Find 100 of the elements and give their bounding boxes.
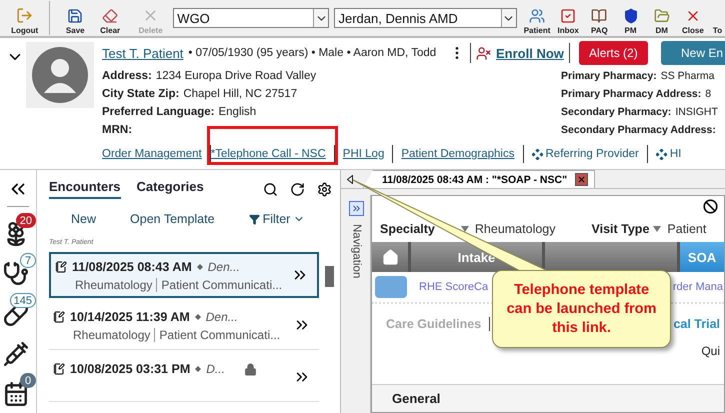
- field-value: INSIGHT: [675, 106, 718, 120]
- settings-icon[interactable]: [317, 182, 332, 196]
- action-button[interactable]: Filter: [248, 212, 306, 226]
- diamond-icon: [195, 366, 202, 372]
- field-value: Chapel Hill, NC 27517: [183, 88, 298, 102]
- triangle-left-icon[interactable]: [347, 174, 353, 184]
- action-button[interactable]: New: [71, 212, 96, 226]
- dropdown[interactable]: Jerdan, Dennis AMD: [334, 8, 517, 28]
- header-link[interactable]: Order Management: [102, 148, 210, 160]
- shield-icon: [622, 8, 639, 24]
- field-value: SS Pharma: [660, 70, 714, 84]
- logo-badge: [375, 276, 407, 298]
- avatar-placeholder: [26, 42, 94, 108]
- alerts-button[interactable]: Alerts (2): [578, 41, 648, 65]
- field-label: Secondary Pharmacy Address:: [561, 124, 716, 138]
- action-button[interactable]: Open Template: [130, 212, 215, 226]
- diamonds-icon: [532, 148, 542, 160]
- sidebar-item[interactable]: 0: [0, 373, 36, 407]
- triangle-down-icon[interactable]: [653, 226, 662, 232]
- triangle-down-icon[interactable]: [460, 226, 469, 232]
- template-link[interactable]: rder Mana: [672, 281, 723, 293]
- header-link[interactable]: Patient Demographics: [393, 148, 522, 160]
- toolbar-button[interactable]: Patient: [522, 1, 552, 35]
- visit-type-value: Patient: [667, 222, 706, 236]
- count-badge: 20: [16, 213, 36, 228]
- quick-link[interactable]: Qui: [701, 344, 720, 366]
- field-label: Primary Pharmacy:: [561, 70, 657, 84]
- scrollbar-thumb[interactable]: [325, 266, 334, 287]
- diamond-icon: [194, 314, 201, 320]
- close-icon: [577, 175, 586, 184]
- sidebar-item[interactable]: 145: [0, 293, 36, 327]
- section-tab[interactable]: [545, 242, 677, 272]
- section-header[interactable]: General: [372, 384, 724, 412]
- field-value: 1234 Europa Drive Road Valley: [156, 70, 316, 84]
- syringe-icon: [3, 341, 29, 367]
- annotation-tooltip: Telephone template can be launched from this link.: [492, 270, 671, 348]
- toolbar-button[interactable]: PM: [616, 1, 645, 35]
- encounter-row[interactable]: 11/08/2025 08:43 AM Den... Rheumatology Patient Communicati...: [49, 252, 319, 298]
- trial-link[interactable]: cal Trial: [673, 317, 720, 331]
- specialty-value: Rheumatology: [474, 222, 556, 236]
- template-link[interactable]: RHE ScoreCa: [419, 281, 488, 293]
- patient-summary: • 07/05/1930 (95 years) • Male • Aaron MD, Todd: [188, 47, 436, 59]
- field-label: City State Zip:: [102, 88, 180, 102]
- toolbar-button[interactable]: Close: [678, 1, 707, 35]
- refresh-icon[interactable]: [290, 182, 305, 196]
- new-button[interactable]: New En: [661, 41, 725, 65]
- ban-icon[interactable]: [703, 198, 718, 214]
- count-badge: 0: [20, 373, 36, 388]
- panel-tab[interactable]: Encounters: [49, 179, 121, 199]
- header-link[interactable]: PHI Log: [334, 148, 392, 160]
- count-badge: 7: [20, 253, 36, 268]
- navigation-label[interactable]: Navigation: [350, 224, 362, 278]
- toolbar-button[interactable]: DM: [648, 1, 676, 35]
- door-icon: [16, 7, 34, 24]
- field-label: Address:: [102, 70, 152, 84]
- patient-name-link[interactable]: Test T. Patient: [102, 46, 184, 60]
- field-value: English: [218, 106, 256, 120]
- encounter-provider: Den...: [208, 260, 240, 274]
- encounter-date: 10/08/2025 03:31 PM: [70, 362, 190, 376]
- encounter-type: Patient Communicati...: [159, 328, 280, 342]
- encounter-type: Patient Communicati...: [161, 278, 282, 292]
- sidebar-item[interactable]: 7: [0, 253, 36, 287]
- header-link[interactable]: HI: [648, 148, 690, 160]
- notes-icon: [53, 311, 65, 323]
- encounter-provider: Den...: [206, 310, 238, 324]
- document-tab[interactable]: 11/08/2025 08:43 AM : "*SOAP - NSC": [363, 170, 596, 188]
- section-tab[interactable]: [372, 242, 408, 272]
- enroll-link[interactable]: Enroll Now: [496, 46, 564, 60]
- sidebar-item[interactable]: 20: [0, 213, 36, 247]
- header-link[interactable]: *Telephone Call - NSC: [210, 148, 334, 160]
- visit-type-label: Visit Type: [592, 222, 650, 236]
- toolbar-button[interactable]: Inbox: [554, 1, 582, 35]
- close-tab-button[interactable]: [575, 173, 588, 186]
- notes-icon: [55, 261, 67, 273]
- chevrons-right-icon: [351, 203, 362, 214]
- specialty-label: Specialty: [380, 222, 435, 236]
- people-icon: [529, 8, 546, 24]
- filter-icon: [248, 214, 260, 224]
- expand-button[interactable]: [349, 201, 364, 216]
- toolbar-button[interactable]: Logout: [4, 1, 46, 35]
- checkbox-icon: [560, 8, 576, 24]
- toolbar-button[interactable]: Save: [60, 1, 90, 35]
- diamonds-icon: [656, 148, 667, 160]
- toolbar-button[interactable]: Clear: [92, 1, 128, 35]
- field-value: 8: [705, 88, 712, 102]
- encounter-provider: D...: [206, 362, 225, 376]
- field-label: Preferred Language:: [102, 106, 214, 120]
- dropdown[interactable]: WGO: [173, 8, 330, 28]
- encounter-date: 10/14/2025 11:39 AM: [70, 310, 190, 324]
- panel-tab[interactable]: Categories: [136, 179, 204, 199]
- toolbar-button[interactable]: PAQ: [585, 1, 614, 35]
- encounter-specialty: Rheumatology: [73, 328, 150, 342]
- header-link[interactable]: Referring Provider: [524, 148, 647, 160]
- home-icon: [382, 248, 398, 266]
- field-label: MRN:: [102, 124, 132, 138]
- field-label: Secondary Pharmacy:: [561, 106, 672, 120]
- toolbar-button[interactable]: To: [710, 1, 725, 35]
- notes-icon: [53, 363, 65, 375]
- search-icon[interactable]: [263, 182, 278, 196]
- encounter-specialty: Rheumatology: [75, 278, 152, 292]
